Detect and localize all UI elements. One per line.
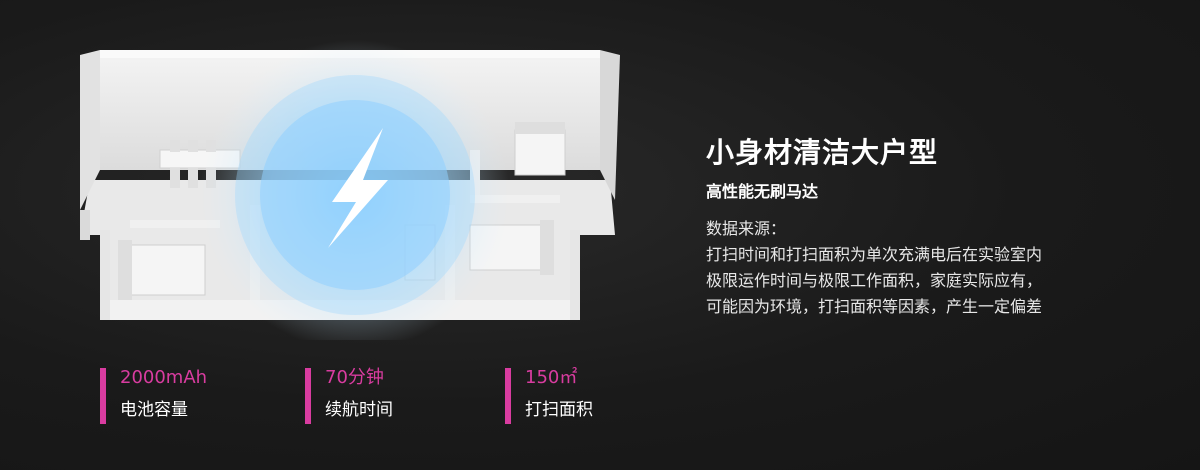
stat-accent-bar [305, 368, 311, 424]
floorplan-illustration [80, 40, 620, 340]
bed-top-right [514, 122, 566, 176]
description: 数据来源： 打扫时间和打扫面积为单次充满电后在实验室内 极限运作时间与极限工作面… [706, 216, 1176, 320]
page-subtitle: 高性能无刷马达 [706, 182, 819, 201]
stat-accent-bar [100, 368, 106, 424]
stat-label: 电池容量 [120, 400, 188, 420]
stat-area: 150㎡ 打扫面积 [505, 366, 593, 426]
stats-row: 2000mAh 电池容量 70分钟 续航时间 150㎡ 打扫面积 [0, 366, 700, 436]
bed-bottom-left [118, 240, 206, 300]
description-line: 数据来源： [706, 219, 787, 238]
description-line: 可能因为环境，打扫面积等因素，产生一定偏差 [706, 297, 1043, 316]
description-line: 打扫时间和打扫面积为单次充满电后在实验室内 [706, 245, 1043, 264]
stat-accent-bar [505, 368, 511, 424]
description-line: 极限运作时间与极限工作面积，家庭实际应有， [706, 271, 1043, 290]
stat-value: 150㎡ [525, 367, 578, 388]
stat-battery: 2000mAh 电池容量 [100, 366, 207, 426]
stat-runtime: 70分钟 续航时间 [305, 366, 393, 426]
stat-label: 续航时间 [325, 400, 393, 420]
stat-label: 打扫面积 [525, 400, 593, 420]
stat-value: 2000mAh [120, 367, 208, 388]
page-title: 小身材清洁大户型 [706, 136, 939, 169]
stat-value: 70分钟 [325, 367, 384, 388]
